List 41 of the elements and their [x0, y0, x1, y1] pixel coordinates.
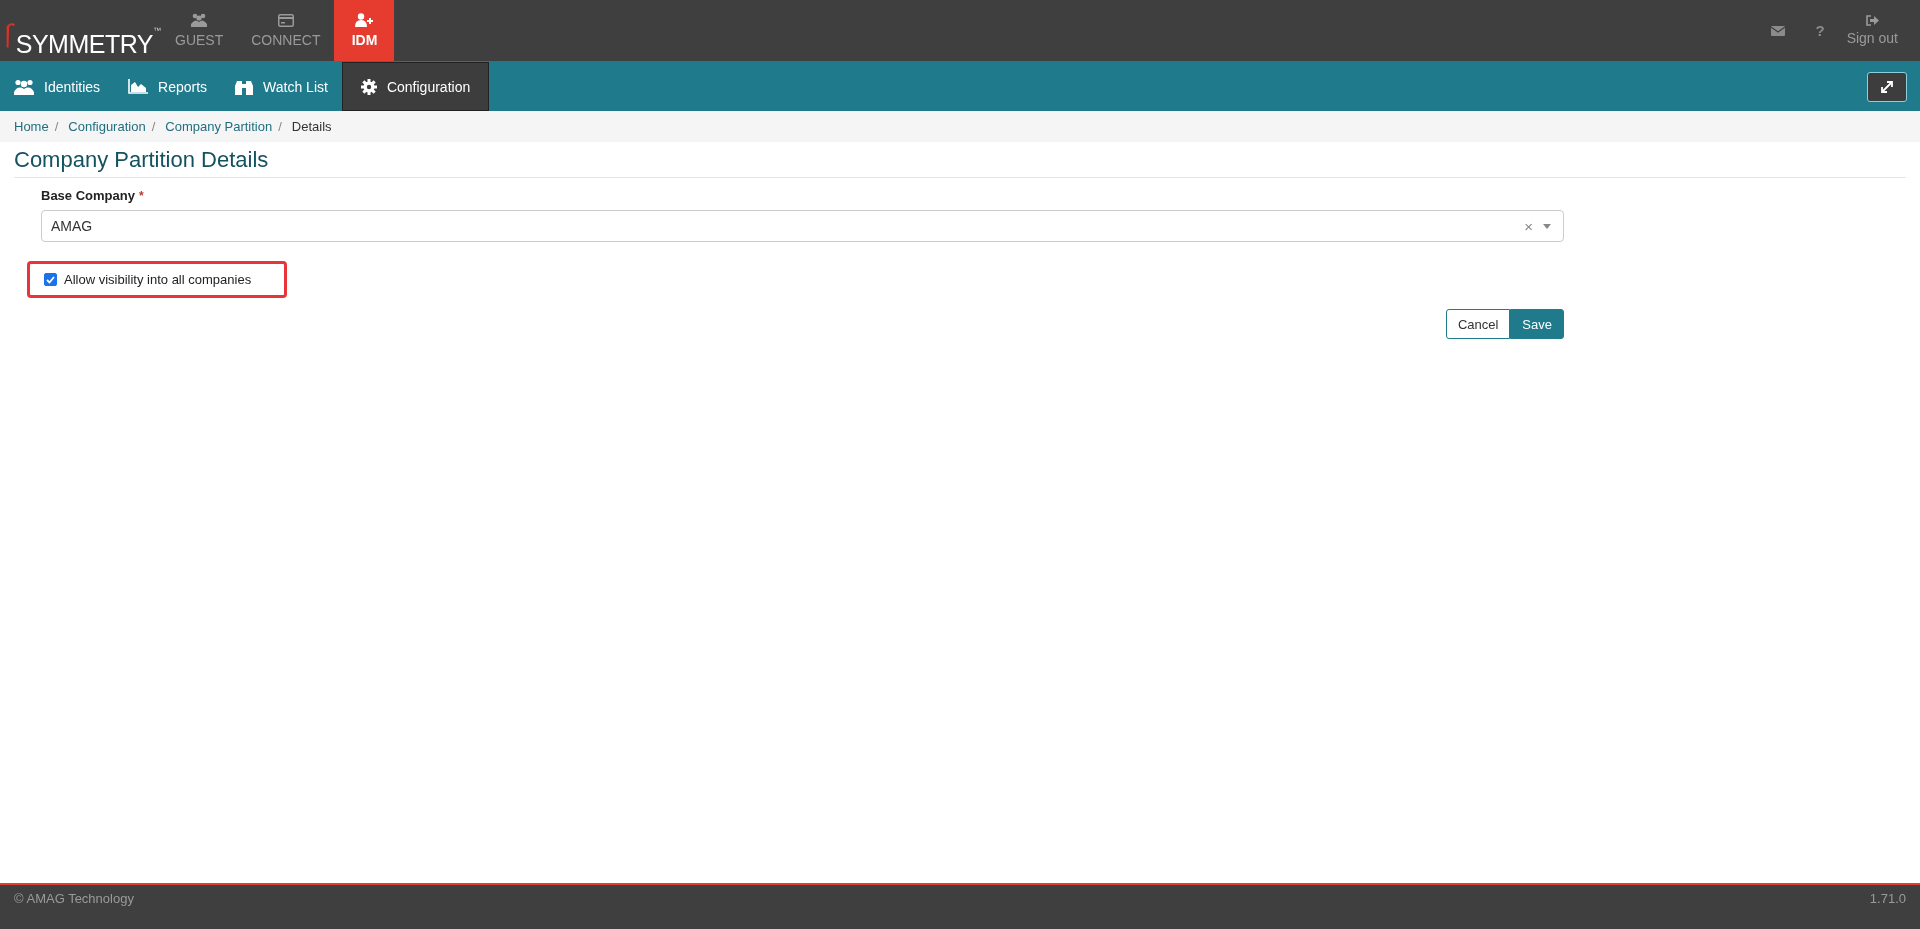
required-mark: * — [138, 188, 144, 203]
card-icon — [277, 13, 294, 27]
gear-icon — [360, 78, 377, 95]
people-icon — [14, 78, 34, 95]
clear-icon[interactable]: × — [1524, 217, 1533, 235]
field-label: Base Company — [41, 188, 135, 203]
people-icon — [191, 13, 208, 27]
binoculars-icon — [235, 78, 254, 95]
nav-tab[interactable]: Reports — [114, 62, 222, 111]
breadcrumb-link[interactable]: Home — [14, 119, 49, 134]
breadcrumb-link[interactable]: Company Partition — [165, 119, 273, 134]
caret-icon — [1543, 223, 1551, 229]
user-plus-icon — [355, 13, 374, 27]
checkbox-label: Allow visibility into all companies — [64, 272, 252, 287]
mail-icon[interactable] — [1771, 25, 1786, 36]
sign-out-button[interactable]: Sign out — [1846, 0, 1920, 61]
trademark-mark: ™ — [153, 26, 161, 35]
app-tab[interactable]: CONNECT — [237, 0, 335, 61]
company-select[interactable]: AMAG × — [41, 210, 1564, 242]
help-icon[interactable]: ? — [1815, 22, 1825, 39]
logo-text: SYMMETRY — [15, 32, 153, 57]
page-title: Company Partition Details — [14, 147, 1906, 178]
version-text: 1.71.0 — [1869, 891, 1906, 908]
expand-icon — [1881, 80, 1893, 93]
cancel-button[interactable]: Cancel — [1445, 309, 1511, 339]
nav-tab[interactable]: Configuration — [341, 62, 490, 111]
checkbox[interactable] — [44, 273, 57, 286]
expand-button[interactable] — [1867, 71, 1907, 102]
sign-out-icon — [1865, 15, 1879, 26]
breadcrumb-separator: / — [54, 119, 59, 134]
app-tab[interactable]: GUEST — [161, 0, 238, 61]
app-tab[interactable]: IDM — [334, 0, 395, 61]
nav-tab[interactable]: Identities — [0, 62, 115, 111]
save-button[interactable]: Save — [1510, 309, 1564, 339]
copyright-text: © AMAG Technology — [14, 891, 134, 908]
breadcrumb-separator: / — [278, 119, 282, 134]
area-chart-icon — [128, 79, 149, 94]
breadcrumb-separator: / — [151, 119, 156, 134]
breadcrumb-link[interactable]: Configuration — [68, 119, 146, 134]
nav-tab[interactable]: Watch List — [221, 62, 342, 111]
breadcrumb-current: Details — [291, 119, 332, 134]
